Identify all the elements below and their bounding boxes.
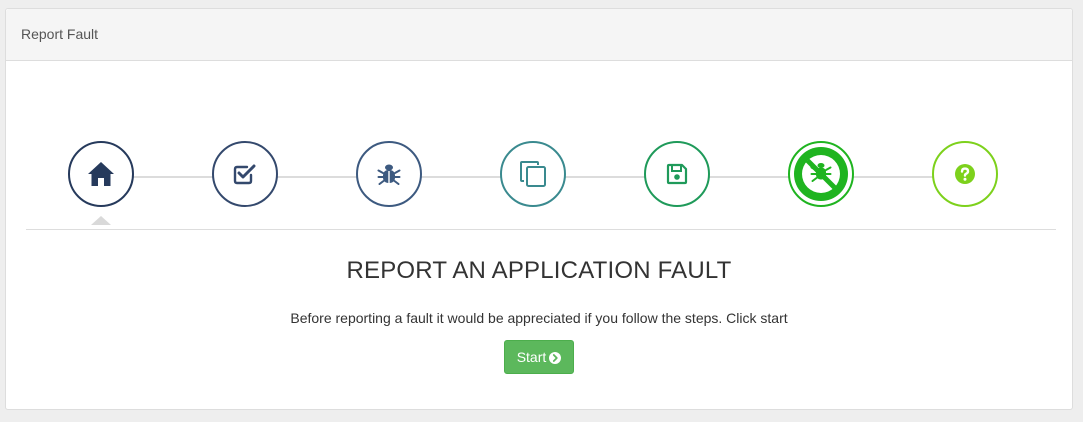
panel-heading: Report Fault: [6, 9, 1072, 61]
report-fault-panel: Report Fault REPORT AN APPLICATION FAULT…: [5, 8, 1073, 410]
chevron-circle-right-icon: [549, 343, 562, 375]
step-wizard: [26, 129, 1056, 239]
check-square-icon: [233, 164, 256, 185]
home-icon: [88, 162, 114, 186]
step-checklist[interactable]: [212, 141, 278, 207]
step-help[interactable]: [932, 141, 998, 207]
step-home[interactable]: [68, 141, 134, 207]
bug-icon: [377, 164, 401, 185]
steps-divider: [26, 229, 1056, 230]
page-title: REPORT AN APPLICATION FAULT: [346, 257, 732, 284]
no-bug-icon: [794, 147, 848, 201]
copy-icon: [520, 161, 546, 187]
start-button[interactable]: Start: [503, 340, 575, 375]
step-save[interactable]: [644, 141, 710, 207]
question-circle-icon: [955, 164, 975, 184]
step-content: REPORT AN APPLICATION FAULT Before repor…: [6, 257, 1072, 374]
step-bug[interactable]: [356, 141, 422, 207]
start-button-label: Start: [516, 349, 547, 365]
save-icon: [666, 163, 688, 185]
step-copy[interactable]: [500, 141, 566, 207]
instruction-text: Before reporting a fault it would be app…: [290, 310, 788, 326]
step-no-bug[interactable]: [788, 141, 854, 207]
active-step-pointer: [91, 216, 111, 225]
